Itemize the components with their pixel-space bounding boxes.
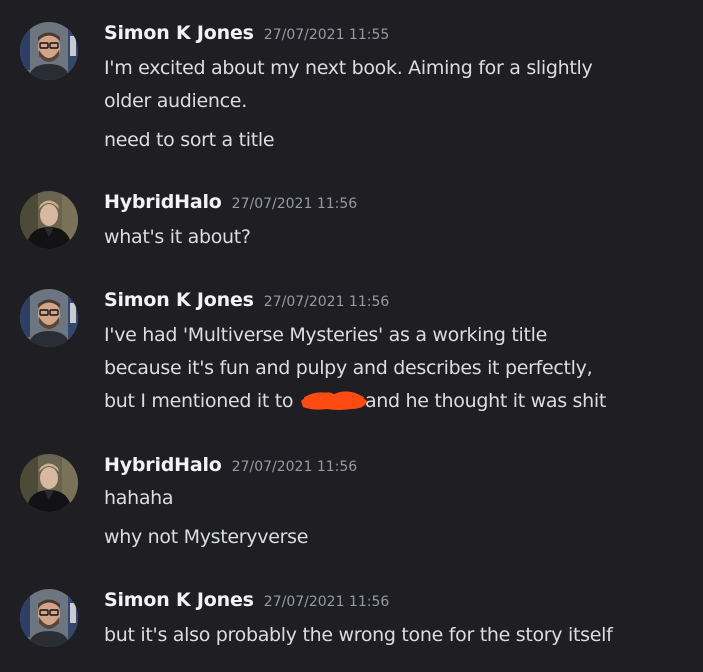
username[interactable]: HybridHalo (104, 454, 222, 476)
username[interactable]: Simon K Jones (104, 22, 254, 44)
avatar-simon-icon (20, 589, 78, 647)
timestamp: 27/07/2021 11:56 (231, 196, 358, 212)
timestamp: 27/07/2021 11:56 (263, 594, 390, 610)
message-text: I've had 'Multiverse Mysteries' as a wor… (104, 324, 548, 346)
message-text: need to sort a title (104, 129, 275, 151)
timestamp: 27/07/2021 11:56 (263, 294, 390, 310)
message-text-line: but I mentioned it to and he thought it … (104, 385, 606, 418)
username[interactable]: Simon K Jones (104, 289, 254, 311)
message-header: Simon K Jones 27/07/2021 11:56 (104, 289, 389, 319)
user-avatar[interactable] (20, 22, 78, 80)
avatar-simon-icon (20, 22, 78, 80)
timestamp: 27/07/2021 11:56 (231, 459, 358, 475)
message-text: why not Mysteryverse (104, 526, 309, 548)
message-header: Simon K Jones 27/07/2021 11:55 (104, 22, 389, 52)
message-text: because it's fun and pulpy and describes… (104, 357, 593, 379)
message-header: HybridHalo 27/07/2021 11:56 (104, 454, 357, 484)
user-avatar[interactable] (20, 289, 78, 347)
user-avatar[interactable] (20, 454, 78, 512)
avatar-simon-icon (20, 289, 78, 347)
message-header: Simon K Jones 27/07/2021 11:56 (104, 589, 389, 619)
user-avatar[interactable] (20, 589, 78, 647)
timestamp: 27/07/2021 11:55 (263, 27, 390, 43)
message-text: older audience. (104, 90, 247, 112)
message-header: HybridHalo 27/07/2021 11:56 (104, 191, 357, 221)
username[interactable]: HybridHalo (104, 191, 222, 213)
user-avatar[interactable] (20, 191, 78, 249)
redaction-scribble (299, 389, 367, 411)
message-text: what's it about? (104, 226, 251, 248)
message-text: but I mentioned it to (104, 390, 299, 412)
chat-log: Simon K Jones 27/07/2021 11:55 I'm excite… (0, 0, 703, 672)
message-text: I'm excited about my next book. Aiming f… (104, 57, 593, 79)
message-text: and he thought it was shit (364, 390, 607, 412)
message-text: hahaha (104, 487, 174, 509)
username[interactable]: Simon K Jones (104, 589, 254, 611)
avatar-hybridhalo-icon (20, 454, 78, 512)
message-text: but it's also probably the wrong tone fo… (104, 624, 613, 646)
avatar-hybridhalo-icon (20, 191, 78, 249)
